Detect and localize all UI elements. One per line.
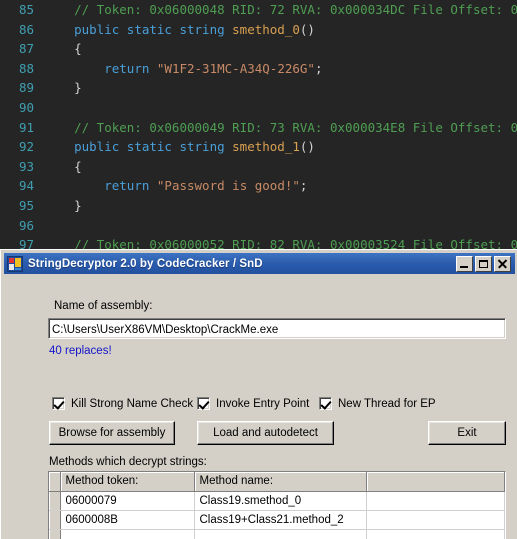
code-token-punct: ; — [299, 178, 308, 194]
code-editor[interactable]: 85 // Token: 0x06000048 RID: 72 RVA: 0x0… — [0, 0, 517, 252]
line-number: 93 — [18, 158, 34, 174]
window-controls — [456, 255, 513, 272]
close-button[interactable] — [494, 255, 511, 272]
line-number: 86 — [18, 21, 34, 37]
line-number: 95 — [18, 197, 34, 213]
code-token-punct: } — [44, 197, 82, 213]
code-token-str: "W1F2-31MC-A34Q-226G" — [156, 60, 315, 76]
maximize-button[interactable] — [475, 255, 492, 272]
code-token-comment: // Token: 0x06000048 RID: 72 RVA: 0x0000… — [74, 2, 517, 17]
code-token-punct: { — [44, 158, 82, 174]
cell-extra[interactable] — [366, 491, 505, 511]
code-line: 92 public static string smethod_1() — [0, 137, 517, 157]
dialog-title: StringDecryptor 2.0 by CodeCracker / SnD — [28, 257, 263, 270]
line-number: 90 — [18, 99, 34, 115]
column-header-method-name[interactable]: Method name: — [194, 472, 367, 492]
minimize-button[interactable] — [456, 255, 473, 272]
column-header-extra[interactable] — [366, 472, 505, 492]
line-number: 92 — [18, 139, 34, 155]
code-line: 87 { — [0, 39, 517, 59]
code-line: 94 return "Password is good!"; — [0, 176, 517, 196]
line-number: 89 — [18, 80, 34, 96]
dialog-titlebar[interactable]: StringDecryptor 2.0 by CodeCracker / SnD — [4, 253, 515, 274]
methods-table: Method token: Method name: 06000079 Class… — [49, 472, 505, 539]
row-selector-cell[interactable] — [49, 491, 61, 511]
stringdecryptor-dialog: StringDecryptor 2.0 by CodeCracker / SnD… — [0, 249, 517, 539]
table-row[interactable]: 0600008B Class19+Class21.method_2 — [49, 510, 505, 530]
code-token-punct: () — [299, 21, 315, 37]
code-token-kw: return — [104, 60, 150, 76]
checkbox-icon[interactable] — [197, 397, 210, 410]
code-token-punct: ; — [314, 60, 323, 76]
checkbox-icon[interactable] — [52, 397, 65, 410]
row-selector-cell[interactable] — [49, 529, 61, 539]
code-token-kw: public static string — [74, 21, 225, 37]
dialog-client-area: Name of assembly: 40 replaces! Kill Stro… — [4, 275, 515, 539]
code-token-str: "Password is good!" — [156, 178, 300, 194]
assembly-label: Name of assembly: — [54, 300, 153, 312]
line-number: 94 — [18, 178, 34, 194]
exit-button[interactable]: Exit — [428, 421, 506, 445]
cell-extra[interactable] — [366, 529, 505, 539]
browse-for-assembly-button[interactable]: Browse for assembly — [49, 421, 175, 445]
checkbox-label: New Thread for EP — [338, 397, 436, 410]
cell-token[interactable]: 0600008B — [60, 510, 195, 530]
table-body: 06000079 Class19.smethod_0 0600008B Class19… — [49, 491, 505, 539]
code-token-punct: () — [299, 139, 315, 155]
line-number: 87 — [18, 41, 34, 57]
screen-root: 85 // Token: 0x06000048 RID: 72 RVA: 0x0… — [0, 0, 517, 539]
code-line: 86 public static string smethod_0() — [0, 20, 517, 40]
code-token-kw: return — [104, 178, 150, 194]
code-line: 93 { — [0, 157, 517, 177]
checkbox-invoke-entry-point[interactable]: Invoke Entry Point — [197, 397, 309, 410]
row-selector-cell[interactable] — [49, 510, 61, 530]
code-token-comment: // Token: 0x06000049 RID: 73 RVA: 0x0000… — [74, 119, 517, 135]
app-logo-icon — [7, 255, 23, 272]
code-token-punct: { — [44, 41, 82, 57]
methods-grid[interactable]: Method token: Method name: 06000079 Class… — [48, 471, 506, 539]
status-message: 40 replaces! — [49, 345, 112, 357]
line-number: 85 — [18, 2, 34, 17]
line-number: 88 — [18, 60, 34, 76]
cell-token[interactable] — [60, 529, 195, 539]
code-line: 91 // Token: 0x06000049 RID: 73 RVA: 0x0… — [0, 118, 517, 138]
code-token-punct: } — [44, 80, 82, 96]
line-number: 91 — [18, 119, 34, 135]
cell-name[interactable]: Class19.smethod_0 — [194, 491, 367, 511]
line-number: 96 — [18, 217, 34, 233]
cell-name[interactable]: Class19+Class21.method_2 — [194, 510, 367, 530]
checkbox-label: Invoke Entry Point — [216, 397, 310, 410]
assembly-path-input[interactable] — [48, 318, 506, 339]
checkbox-icon[interactable] — [319, 397, 332, 410]
code-token-fn: smethod_0 — [232, 21, 300, 37]
checkbox-label: Kill Strong Name Check — [71, 397, 194, 410]
code-line: 96 — [0, 216, 517, 236]
cell-token[interactable]: 06000079 — [60, 491, 195, 511]
code-token-kw: public static string — [74, 139, 225, 155]
code-token-fn: smethod_1 — [232, 139, 300, 155]
code-line: 88 return "W1F2-31MC-A34Q-226G"; — [0, 59, 517, 79]
table-row[interactable] — [49, 529, 505, 539]
checkbox-kill-strong-name-check[interactable]: Kill Strong Name Check — [52, 397, 193, 410]
row-selector-header — [49, 472, 61, 492]
code-line: 90 — [0, 98, 517, 118]
grid-label: Methods which decrypt strings: — [49, 456, 207, 468]
code-line: 95 } — [0, 196, 517, 216]
load-and-autodetect-button[interactable]: Load and autodetect — [197, 421, 334, 445]
checkbox-new-thread-for-ep[interactable]: New Thread for EP — [319, 397, 436, 410]
table-row[interactable]: 06000079 Class19.smethod_0 — [49, 491, 505, 511]
code-line: 89 } — [0, 78, 517, 98]
column-header-method-token[interactable]: Method token: — [60, 472, 195, 492]
cell-name[interactable] — [194, 529, 367, 539]
table-header-row: Method token: Method name: — [49, 472, 505, 492]
cell-extra[interactable] — [366, 510, 505, 530]
code-line: 85 // Token: 0x06000048 RID: 72 RVA: 0x0… — [0, 0, 517, 20]
